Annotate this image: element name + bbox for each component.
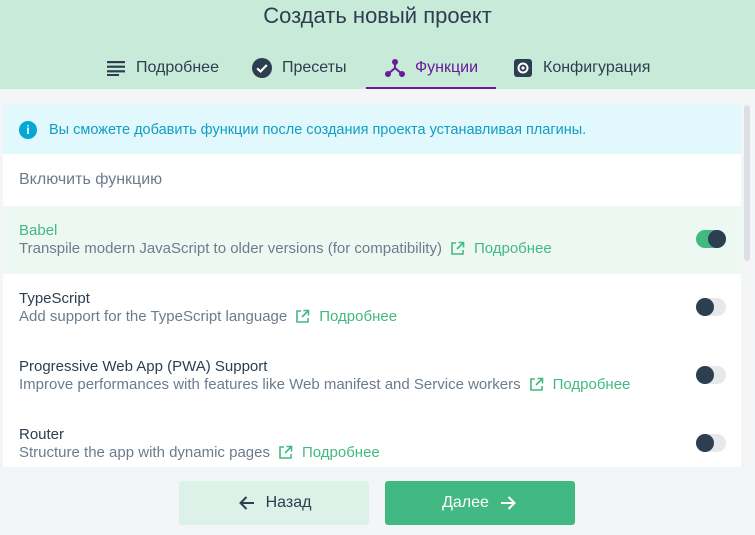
- toggle-knob: [696, 434, 714, 452]
- toggle-knob: [696, 298, 714, 316]
- scrollbar[interactable]: [744, 105, 750, 261]
- feature-description-row: Improve performances with features like …: [19, 376, 630, 393]
- feature-description: Structure the app with dynamic pages: [19, 444, 270, 461]
- arrow-left-icon: [237, 493, 257, 513]
- next-button-label: Далее: [442, 494, 489, 511]
- feature-babel[interactable]: Babel Transpile modern JavaScript to old…: [3, 206, 741, 274]
- more-link[interactable]: Подробнее: [450, 240, 552, 257]
- tab-details-label: Подробнее: [136, 59, 219, 76]
- arrow-right-icon: [498, 493, 518, 513]
- feature-toggle[interactable]: [696, 366, 726, 384]
- info-icon: i: [19, 120, 37, 139]
- tab-presets-label: Пресеты: [282, 59, 347, 76]
- external-link-icon: [529, 377, 544, 392]
- feature-description-row: Structure the app with dynamic pages Под…: [19, 444, 380, 461]
- feature-typescript[interactable]: TypeScript Add support for the TypeScrip…: [3, 274, 741, 342]
- feature-description: Transpile modern JavaScript to older ver…: [19, 240, 442, 257]
- list-icon: [105, 57, 127, 79]
- back-button-label: Назад: [265, 494, 312, 511]
- tab-configuration[interactable]: Конфигурация: [512, 47, 650, 89]
- more-link-label: Подробнее: [301, 444, 380, 461]
- section-title: Включить функцию: [19, 171, 163, 188]
- tab-bar: Подробнее Пресеты Функции Конфигурация: [0, 47, 755, 89]
- device-hub-icon: [384, 57, 406, 79]
- feature-toggle[interactable]: [696, 434, 726, 452]
- more-link[interactable]: Подробнее: [278, 444, 380, 461]
- header: Создать новый проект Подробнее Пресеты Ф…: [0, 0, 755, 89]
- feature-description-row: Transpile modern JavaScript to older ver…: [19, 240, 552, 257]
- feature-name: TypeScript: [19, 290, 90, 307]
- external-link-icon: [450, 241, 465, 256]
- settings-icon: [512, 57, 534, 79]
- back-button[interactable]: Назад: [179, 481, 369, 525]
- feature-toggle[interactable]: [696, 298, 726, 316]
- feature-router[interactable]: Router Structure the app with dynamic pa…: [3, 410, 741, 467]
- tab-configuration-label: Конфигурация: [543, 59, 651, 76]
- info-banner: i Вы сможете добавить функции после созд…: [3, 105, 741, 154]
- features-panel[interactable]: i Вы сможете добавить функции после созд…: [3, 105, 741, 467]
- external-link-icon: [278, 445, 293, 460]
- feature-description-row: Add support for the TypeScript language …: [19, 308, 397, 325]
- more-link[interactable]: Подробнее: [295, 308, 397, 325]
- feature-name: Router: [19, 426, 65, 443]
- feature-pwa[interactable]: Progressive Web App (PWA) Support Improv…: [3, 342, 741, 410]
- tab-details[interactable]: Подробнее: [105, 47, 219, 89]
- tab-features[interactable]: Функции: [365, 47, 497, 89]
- toggle-knob: [696, 366, 714, 384]
- feature-toggle[interactable]: [696, 230, 726, 248]
- more-link-label: Подробнее: [552, 376, 631, 393]
- next-button[interactable]: Далее: [385, 481, 575, 525]
- info-text: Вы сможете добавить функции после создан…: [49, 121, 587, 138]
- more-link-label: Подробнее: [473, 240, 552, 257]
- tab-features-label: Функции: [415, 59, 479, 76]
- feature-description: Add support for the TypeScript language: [19, 308, 288, 325]
- more-link-label: Подробнее: [319, 308, 398, 325]
- check-circle-icon: [251, 57, 273, 79]
- page-title: Создать новый проект: [263, 3, 492, 28]
- feature-name: Progressive Web App (PWA) Support: [19, 358, 268, 375]
- toggle-knob: [708, 230, 726, 248]
- more-link[interactable]: Подробнее: [529, 376, 631, 393]
- feature-name: Babel: [19, 222, 58, 239]
- content-area: i Вы сможете добавить функции после созд…: [0, 89, 755, 535]
- tab-presets[interactable]: Пресеты: [251, 47, 347, 89]
- external-link-icon: [295, 309, 310, 324]
- feature-description: Improve performances with features like …: [19, 376, 521, 393]
